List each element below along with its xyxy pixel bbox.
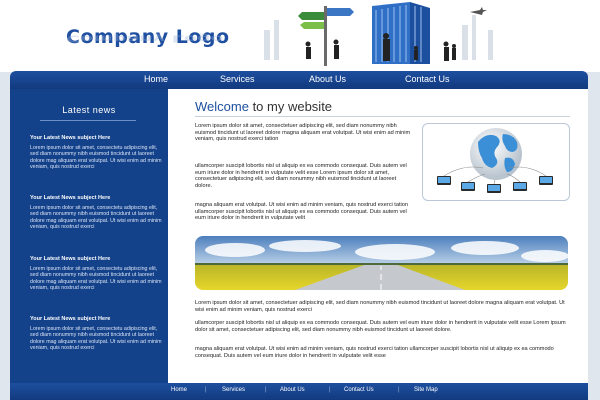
- news-body: Lorem ipsum dolor sit amet, consectetu a…: [30, 266, 162, 292]
- news-item: Your Latest News subject Here Lorem ipsu…: [30, 135, 165, 171]
- news-item: Your Latest News subject Here Lorem ipsu…: [30, 195, 165, 231]
- nav-services[interactable]: Services: [220, 74, 255, 84]
- road-photo-icon: [195, 236, 568, 290]
- paragraph-3: magna aliquam erat volutpat. Ut wisi eni…: [195, 202, 408, 222]
- road-landscape-image: [195, 236, 568, 290]
- paragraph-6: magna aliquam erat volutpat. Ut wisi eni…: [195, 346, 554, 359]
- news-sidebar: Latest news Your Latest News subject Her…: [10, 89, 168, 383]
- welcome-word: Welcome: [195, 99, 249, 114]
- sidebar-divider: [40, 120, 136, 121]
- footer-link-site-map[interactable]: Site Map: [414, 387, 438, 393]
- title-divider: [195, 116, 570, 117]
- nav-contact-us[interactable]: Contact Us: [405, 74, 450, 84]
- footer-link-about-us[interactable]: About Us: [280, 387, 305, 393]
- news-item: Your Latest News subject Here Lorem ipsu…: [30, 316, 165, 352]
- header: Company Logo Company Logo: [0, 0, 600, 72]
- news-body: Lorem ipsum dolor sit amet, consectetu a…: [30, 205, 162, 231]
- paragraph-4: Lorem ipsum dolor sit amet, consectetuer…: [195, 300, 565, 313]
- sidebar-title: Latest news: [62, 105, 116, 115]
- footer-navigation: Home | Services | About Us | Contact Us …: [10, 383, 588, 400]
- footer-link-services[interactable]: Services: [222, 387, 245, 393]
- news-title-link[interactable]: Your Latest News subject Here: [30, 195, 165, 201]
- news-body: Lorem ipsum dolor sit amet, consectetu a…: [30, 145, 162, 171]
- header-business-illustration: [262, 0, 600, 72]
- globe-icon: [437, 128, 553, 193]
- news-body: Lorem ipsum dolor sit amet, consectetu a…: [30, 326, 162, 352]
- news-item: Your Latest News subject Here Lorem ipsu…: [30, 256, 165, 292]
- news-title-link[interactable]: Your Latest News subject Here: [30, 256, 165, 262]
- paragraph-5: ullamcorper suscipit lobortis nisl ut al…: [195, 320, 566, 333]
- footer-separator: |: [205, 387, 207, 393]
- footer-separator: |: [398, 387, 400, 393]
- footer-separator: |: [265, 387, 267, 393]
- logo-reflection: Company Logo: [66, 33, 224, 44]
- paragraph-1: Lorem ipsum dolor sit amet, consectetuer…: [195, 123, 411, 143]
- top-navigation: Home Services About Us Contact Us: [10, 71, 588, 89]
- globe-network-image: [422, 123, 570, 201]
- page-title: Welcome to my website: [195, 99, 332, 114]
- nav-about-us[interactable]: About Us: [309, 74, 346, 84]
- footer-separator: |: [329, 387, 331, 393]
- news-title-link[interactable]: Your Latest News subject Here: [30, 316, 165, 322]
- footer-link-home[interactable]: Home: [171, 387, 187, 393]
- news-title-link[interactable]: Your Latest News subject Here: [30, 135, 165, 141]
- welcome-rest: to my website: [248, 99, 333, 114]
- footer-link-contact-us[interactable]: Contact Us: [344, 387, 374, 393]
- paragraph-2: ullamcorper suscipit lobortis nisl ut al…: [195, 163, 407, 189]
- nav-home[interactable]: Home: [144, 74, 168, 84]
